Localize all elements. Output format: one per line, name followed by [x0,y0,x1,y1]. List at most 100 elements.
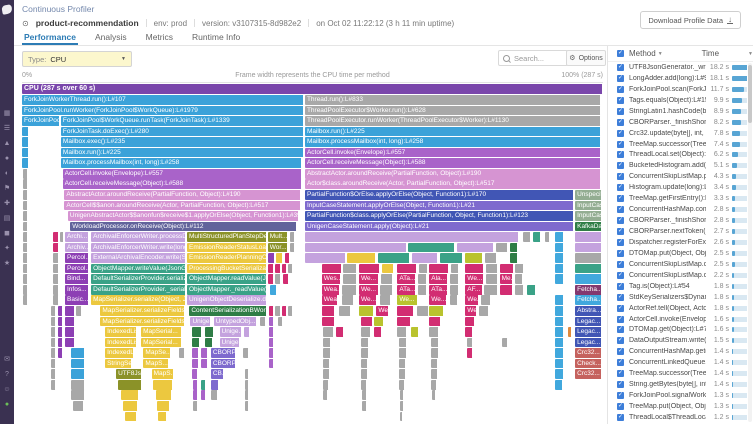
flame-frame[interactable] [399,348,408,358]
flame-frame[interactable]: ATa... [397,274,417,285]
flame-frame[interactable] [431,369,438,379]
flame-frame[interactable] [411,253,438,263]
method-checkbox[interactable]: ✓ [617,140,624,148]
flame-frame[interactable]: Mult... [267,232,289,242]
method-row[interactable]: ✓ Crc32.update(byte[], int, int):L... 7.8 … [608,128,747,139]
download-profile-data-button[interactable]: Download Profile Data ↓ [640,11,741,29]
flame-frame[interactable]: CB... [210,369,224,379]
method-checkbox[interactable]: ✓ [617,162,624,170]
flame-frame[interactable] [71,369,86,379]
nav-apm-icon[interactable]: ▲ [4,140,11,148]
method-row[interactable]: ✓ TreeMap.getFirstEntry():L#2138 3.3 s [608,193,747,204]
method-row[interactable]: ✓ String.getBytes(byte[], int, byt... 1.4 … [608,379,747,390]
select-all-checkbox[interactable]: ✓ [617,50,624,57]
flame-frame[interactable] [379,284,393,295]
method-row[interactable]: ✓ Tags.equals(Object):L#153 9.9 s [608,95,747,106]
flame-frame[interactable]: We... [429,295,448,306]
flame-frame[interactable] [467,337,474,348]
flame-frame[interactable]: Percol... [64,253,90,263]
flame-frame[interactable] [200,379,206,390]
flame-frame[interactable]: IndexedListS... [105,337,138,348]
method-row[interactable]: ✓ Dispatcher.registerForExecuti... 2.6 s [608,237,747,248]
flame-frame[interactable] [554,358,565,369]
datadog-logo[interactable] [1,4,13,15]
flame-frame[interactable] [23,253,29,263]
flame-frame[interactable]: ForkJoinTask.doExec():L#280 [60,126,304,137]
flame-frame[interactable]: Ala... [429,274,449,285]
flame-frame[interactable] [156,400,170,411]
flame-frame[interactable] [321,263,342,274]
flame-frame[interactable]: We... [358,274,380,285]
flame-frame[interactable]: Archiv... [64,242,90,253]
flame-frame[interactable] [304,253,346,263]
flame-frame[interactable]: ActorCell.invoke(Envelope):L#557 [62,168,303,179]
scrollbar-thumb[interactable] [748,65,752,123]
flame-frame[interactable]: ActorCell.receiveMessage(Object):L#588 [62,179,303,190]
flame-frame[interactable]: Fetcha... [575,295,602,306]
flame-frame[interactable]: InputCas... [575,200,602,211]
flame-frame[interactable] [23,242,29,253]
feedback-icon[interactable]: ✉ [4,356,10,364]
flame-frame[interactable] [244,369,249,379]
flame-frame[interactable]: Wea... [321,284,340,295]
flame-frame[interactable]: ArchivalEnforcerWriter.write(long, Strin… [91,242,186,253]
nav-infrastructure-icon[interactable]: ● [5,155,9,163]
method-row[interactable]: ✓ Histogram.update(long):L#39 3.4 s [608,182,747,193]
flame-frame[interactable]: UntypedObj... [213,316,258,327]
flame-frame[interactable] [51,337,57,348]
flame-frame[interactable]: Unspecifi... [575,189,602,200]
method-checkbox[interactable]: ✓ [617,195,624,203]
flame-frame[interactable] [192,369,199,379]
flame-frame[interactable]: ForkJoinPoo... [22,116,60,126]
flame-frame[interactable] [58,348,64,358]
flame-frame[interactable] [450,274,459,285]
flame-frame[interactable] [53,274,59,285]
flame-frame[interactable]: Percol... [64,263,90,274]
flame-frame[interactable] [554,306,565,316]
flame-frame[interactable] [397,263,418,274]
flame-frame[interactable]: ForkJoinWorkerThread.run():L#107 [22,95,304,105]
profile-type-select[interactable]: Type: CPU ▼ [22,51,132,67]
flame-frame[interactable]: Legac... [575,337,602,348]
flame-frame[interactable] [499,284,513,295]
flame-frame[interactable] [554,295,565,306]
flame-frame[interactable]: UnigenObjectDeserialize.de... [187,295,267,306]
flame-frame[interactable] [23,295,29,306]
flame-frame[interactable] [361,337,370,348]
flame-frame[interactable]: MapSe... [143,348,172,358]
flame-frame[interactable] [510,253,519,263]
flame-frame[interactable] [382,263,395,274]
flame-frame[interactable] [575,232,602,242]
flame-frame[interactable] [361,379,368,390]
flame-frame[interactable] [269,284,278,295]
flame-frame[interactable]: StringSerial... [105,358,132,369]
flame-frame[interactable] [467,348,474,358]
flame-frame[interactable]: MapS... [143,358,169,369]
flame-frame[interactable] [23,263,29,274]
flame-frame[interactable] [268,327,275,337]
flame-frame[interactable] [58,327,64,337]
method-checkbox[interactable]: ✓ [617,129,624,137]
flame-frame[interactable] [244,400,249,411]
flame-frame[interactable] [361,348,370,358]
flame-frame[interactable] [374,316,384,327]
flame-frame[interactable] [281,306,287,316]
flame-frame[interactable]: Thread.run():L#833 [304,95,602,105]
flame-frame[interactable] [53,242,59,253]
flame-frame[interactable]: Basic... [64,295,90,306]
flame-frame[interactable] [71,379,86,390]
flame-frame[interactable]: IndexedListS... [105,327,138,337]
tab-analysis[interactable]: Analysis [93,31,129,45]
flame-frame[interactable]: ObjectMapper._readValue(Da... [187,284,267,295]
flame-frame[interactable]: ThreadPoolExecutor$Worker.run():L#628 [304,105,602,116]
flame-frame[interactable] [478,306,489,316]
flame-frame[interactable] [429,327,440,337]
flame-frame[interactable] [499,263,514,274]
nav-integrations-icon[interactable]: ✚ [4,200,10,208]
flame-frame[interactable] [533,232,541,242]
flame-frame[interactable] [464,253,484,263]
flame-frame[interactable] [23,232,29,242]
flame-frame[interactable]: MapSerial... [141,327,182,337]
flame-frame[interactable] [22,137,29,147]
flame-frame[interactable] [339,306,351,316]
